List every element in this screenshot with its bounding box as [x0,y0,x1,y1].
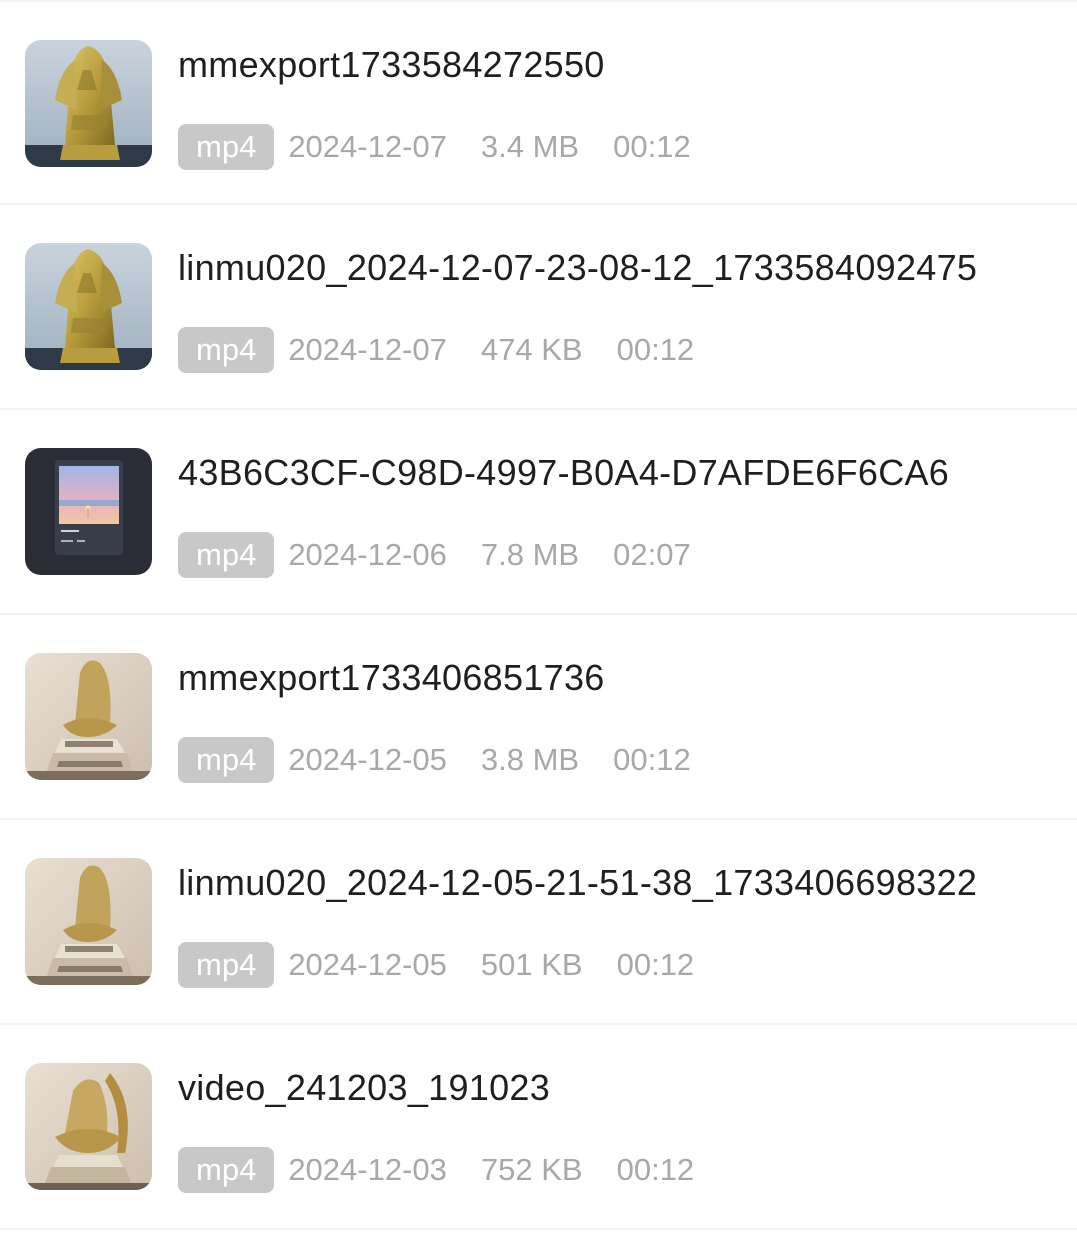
file-row[interactable]: linmu020_2024-12-05-21-51-38_17334066983… [0,820,1077,1025]
file-size: 501 KB [480,947,583,982]
file-meta: mp4 2024-12-03 752 KB 00:12 [178,1147,728,1193]
file-row[interactable]: 43B6C3CF-C98D-4997-B0A4-D7AFDE6F6CA6 mp4… [0,410,1077,615]
file-type-badge: mp4 [178,1147,275,1193]
file-row[interactable]: mmexport1733584272550 mp4 2024-12-07 3.4… [0,0,1077,205]
file-date: 2024-12-05 [288,947,447,982]
video-duration: 00:12 [616,1152,695,1187]
file-type-badge: mp4 [178,532,275,578]
video-duration: 00:12 [613,129,691,164]
statue-thumbnail-icon [25,243,152,370]
file-date: 2024-12-03 [288,1152,447,1187]
file-date: 2024-12-07 [288,332,447,367]
video-duration: 00:12 [616,947,695,982]
statue-thumbnail-icon [25,40,152,167]
file-date: 2024-12-05 [288,742,447,777]
file-meta: mp4 2024-12-05 501 KB 00:12 [178,942,728,988]
file-row[interactable]: mmexport1733406851736 mp4 2024-12-05 3.8… [0,615,1077,820]
file-size: 474 KB [480,332,583,367]
video-duration: 00:12 [616,332,695,367]
file-row[interactable]: linmu020_2024-12-07-23-08-12_17335840924… [0,205,1077,410]
video-duration: 00:12 [613,742,691,777]
screen-recording-thumbnail-icon [25,448,152,575]
file-date: 2024-12-06 [288,537,447,572]
video-thumbnail[interactable] [25,653,152,780]
file-date: 2024-12-07 [288,129,447,164]
file-meta: mp4 2024-12-07 474 KB 00:12 [178,327,728,373]
file-size: 752 KB [480,1152,583,1187]
file-name: mmexport1733584272550 [178,44,605,85]
file-size: 3.8 MB [480,742,580,777]
file-meta: mp4 2024-12-06 7.8 MB 02:07 [178,532,725,578]
file-list: mmexport1733584272550 mp4 2024-12-07 3.4… [0,0,1077,1230]
file-type-badge: mp4 [178,124,275,170]
file-type-badge: mp4 [178,327,275,373]
file-type-badge: mp4 [178,942,275,988]
lotus-statue-thumbnail-icon [25,653,152,780]
file-size: 7.8 MB [480,537,580,572]
video-thumbnail[interactable] [25,1063,152,1190]
video-thumbnail[interactable] [25,448,152,575]
video-thumbnail[interactable] [25,40,152,167]
file-meta: mp4 2024-12-05 3.8 MB 00:12 [178,737,725,783]
file-meta: mp4 2024-12-07 3.4 MB 00:12 [178,124,725,170]
lotus-statue-thumbnail-icon [25,1063,152,1190]
video-duration: 02:07 [613,537,691,572]
file-name: video_241203_191023 [178,1067,551,1108]
file-row[interactable]: video_241203_191023 mp4 2024-12-03 752 K… [0,1025,1077,1230]
video-thumbnail[interactable] [25,858,152,985]
file-name: linmu020_2024-12-05-21-51-38_17334066983… [178,862,978,903]
video-thumbnail[interactable] [25,243,152,370]
file-name: linmu020_2024-12-07-23-08-12_17335840924… [178,247,978,288]
lotus-statue-thumbnail-icon [25,858,152,985]
file-size: 3.4 MB [480,129,580,164]
file-type-badge: mp4 [178,737,275,783]
file-name: 43B6C3CF-C98D-4997-B0A4-D7AFDE6F6CA6 [178,452,950,493]
file-name: mmexport1733406851736 [178,657,605,698]
